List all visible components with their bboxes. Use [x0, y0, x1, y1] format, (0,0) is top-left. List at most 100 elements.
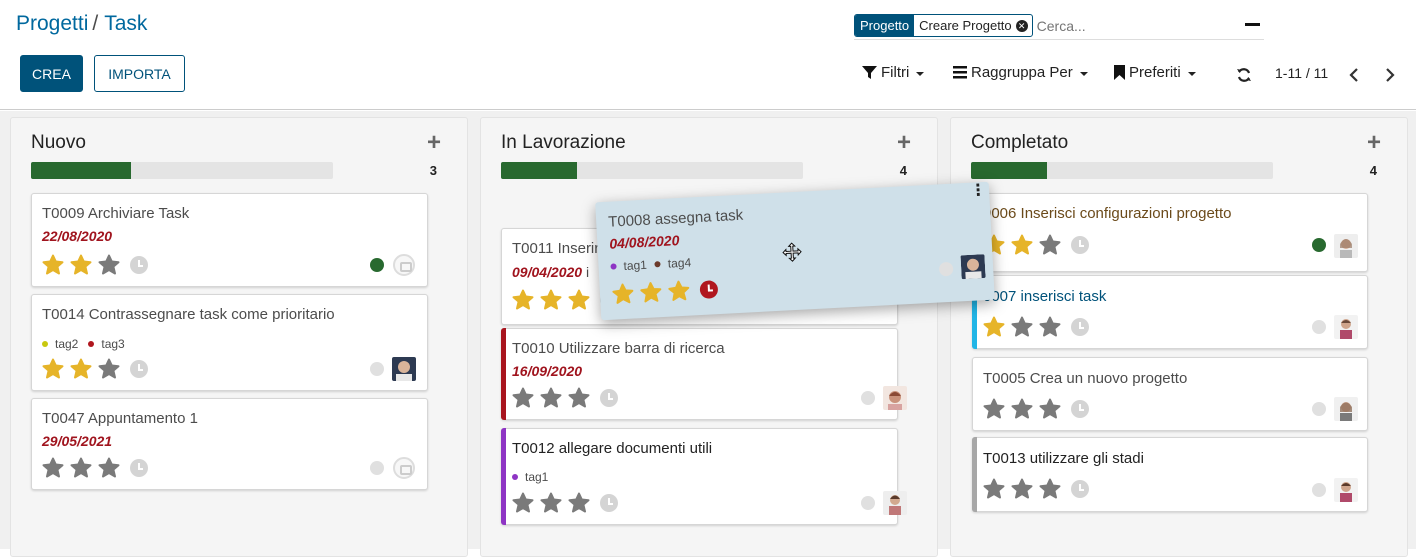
star-empty-icon[interactable] [1011, 478, 1033, 500]
kanban-state-icon[interactable] [370, 461, 384, 475]
priority-stars[interactable] [983, 316, 1089, 338]
breadcrumb-parent[interactable]: Progetti [16, 12, 88, 35]
star-filled-icon[interactable] [611, 282, 634, 305]
kanban-state-icon[interactable] [370, 258, 384, 272]
dropdown-kebab-icon[interactable]: ⋮ [970, 182, 987, 200]
star-empty-icon[interactable] [1011, 316, 1033, 338]
clock-icon[interactable] [130, 360, 148, 378]
avatar [883, 386, 907, 410]
column-add-icon[interactable]: + [427, 129, 441, 157]
star-empty-icon[interactable] [1039, 398, 1061, 420]
star-empty-icon[interactable] [983, 478, 1005, 500]
star-filled-icon[interactable] [568, 289, 590, 311]
priority-stars[interactable] [42, 457, 148, 479]
star-empty-icon[interactable] [98, 254, 120, 276]
column-progress-bar[interactable] [31, 162, 333, 179]
star-empty-icon[interactable] [42, 457, 64, 479]
star-empty-icon[interactable] [568, 492, 590, 514]
task-name: T0013 utilizzare gli stadi [983, 450, 1144, 467]
star-empty-icon[interactable] [98, 457, 120, 479]
groupby-dropdown[interactable]: Raggruppa Per [953, 64, 1088, 81]
priority-stars[interactable] [983, 234, 1089, 256]
facet-remove-icon[interactable]: ✕ [1015, 19, 1028, 32]
star-empty-icon[interactable] [1011, 398, 1033, 420]
star-filled-icon[interactable] [512, 289, 534, 311]
kanban-state-icon[interactable] [938, 261, 954, 277]
task-card[interactable]: T0010 Utilizzare barra di ricerca 16/09/… [501, 328, 907, 420]
camera-icon[interactable] [393, 457, 415, 479]
clock-icon[interactable] [1071, 480, 1089, 498]
kanban-state-icon[interactable] [1312, 402, 1326, 416]
clock-icon[interactable] [1071, 400, 1089, 418]
column-add-icon[interactable]: + [1367, 129, 1381, 157]
star-empty-icon[interactable] [540, 387, 562, 409]
priority-stars[interactable] [512, 387, 618, 409]
priority-stars[interactable] [42, 254, 148, 276]
kanban-state-icon[interactable] [1312, 320, 1326, 334]
task-card[interactable]: 0007 inserisci task [972, 275, 1368, 349]
star-filled-icon[interactable] [639, 281, 662, 304]
star-filled-icon[interactable] [42, 358, 64, 380]
priority-stars[interactable] [611, 278, 719, 306]
clock-icon[interactable] [600, 389, 618, 407]
task-card[interactable]: T0013 utilizzare gli stadi [972, 437, 1368, 512]
star-filled-icon[interactable] [70, 358, 92, 380]
kanban-state-icon[interactable] [1312, 238, 1326, 252]
star-filled-icon[interactable] [667, 280, 690, 303]
task-card[interactable]: T0012 allegare documenti utili tag1 [501, 428, 907, 525]
task-card[interactable]: T0014 Contrassegnare task come prioritar… [31, 294, 428, 391]
star-empty-icon[interactable] [1039, 316, 1061, 338]
star-empty-icon[interactable] [568, 387, 590, 409]
star-filled-icon[interactable] [983, 316, 1005, 338]
clock-icon[interactable] [130, 459, 148, 477]
chevron-right-icon[interactable] [1384, 68, 1396, 82]
task-card[interactable]: T0005 Crea un nuovo progetto [972, 357, 1368, 431]
task-card[interactable]: T0009 Archiviare Task 22/08/2020 [31, 193, 428, 287]
star-filled-icon[interactable] [1011, 234, 1033, 256]
clock-icon[interactable] [130, 256, 148, 274]
star-filled-icon[interactable] [540, 289, 562, 311]
star-empty-icon[interactable] [983, 398, 1005, 420]
priority-stars[interactable] [512, 492, 618, 514]
import-button[interactable]: IMPORTA [94, 55, 185, 92]
star-empty-icon[interactable] [1039, 234, 1061, 256]
clock-icon[interactable] [1071, 318, 1089, 336]
favorites-dropdown[interactable]: Preferiti [1114, 64, 1196, 81]
star-empty-icon[interactable] [540, 492, 562, 514]
clock-icon[interactable] [600, 494, 618, 512]
kanban-state-icon[interactable] [861, 496, 875, 510]
priority-stars[interactable] [42, 358, 148, 380]
star-empty-icon[interactable] [1039, 478, 1061, 500]
pager-value[interactable]: 1-11 / 11 [1275, 65, 1328, 81]
column-add-icon[interactable]: + [897, 129, 911, 157]
task-card[interactable]: T0047 Appuntamento 1 29/05/2021 [31, 398, 428, 490]
search-collapse-icon[interactable] [1245, 23, 1260, 26]
star-empty-icon[interactable] [512, 387, 534, 409]
star-empty-icon[interactable] [70, 457, 92, 479]
star-filled-icon[interactable] [42, 254, 64, 276]
kanban-state-icon[interactable] [370, 362, 384, 376]
kanban-state-icon[interactable] [861, 391, 875, 405]
clock-icon[interactable] [699, 280, 719, 300]
task-card[interactable]: 0006 Inserisci configurazioni progetto [972, 193, 1368, 272]
priority-stars[interactable] [983, 478, 1089, 500]
progress-fill [971, 162, 1047, 179]
column-progress-bar[interactable] [971, 162, 1273, 179]
search-input[interactable] [1036, 17, 1207, 34]
priority-stars[interactable] [983, 398, 1089, 420]
chevron-left-icon[interactable] [1348, 68, 1360, 82]
clock-icon[interactable] [1071, 236, 1089, 254]
column-progress-bar[interactable] [501, 162, 803, 179]
color-bar [501, 328, 506, 420]
star-filled-icon[interactable] [70, 254, 92, 276]
camera-icon[interactable] [393, 254, 415, 276]
filters-dropdown[interactable]: Filtri [862, 64, 925, 81]
refresh-icon[interactable] [1236, 67, 1252, 83]
dragged-task-card[interactable]: T0008 assegna task 04/08/2020 tag1 tag4 … [595, 181, 995, 321]
column-title: Completato [971, 132, 1069, 153]
kanban-state-icon[interactable] [1312, 483, 1326, 497]
star-empty-icon[interactable] [98, 358, 120, 380]
star-empty-icon[interactable] [512, 492, 534, 514]
column-count: 4 [899, 163, 907, 178]
create-button[interactable]: CREA [20, 55, 83, 92]
